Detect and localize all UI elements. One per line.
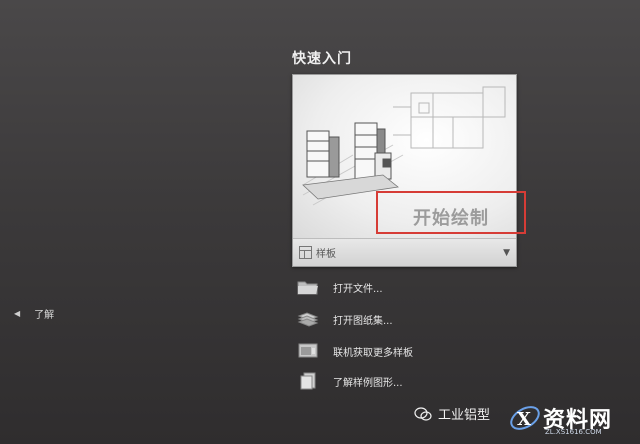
wechat-watermark: 工业铝型	[414, 404, 490, 423]
learn-nav-button[interactable]: ◀ 了解	[14, 306, 54, 321]
brand-watermark: X 资料网 ZL.XS1616.COM	[507, 392, 640, 444]
brand-logo-icon: X	[510, 406, 540, 430]
svg-text:X: X	[517, 409, 531, 430]
sample-drawing-icon	[297, 372, 319, 390]
open-file-action[interactable]: 打开文件...	[297, 278, 383, 296]
arrow-left-icon: ◀	[14, 309, 21, 318]
start-drawing-preview[interactable]: 开始绘制	[293, 75, 516, 238]
folder-icon	[297, 278, 319, 296]
template-selector[interactable]: 样板 ▼	[293, 238, 516, 266]
sample-drawing-label: 了解样例图形...	[333, 377, 403, 389]
start-drawing-card[interactable]: 开始绘制 样板 ▼	[292, 74, 517, 267]
watermark-account: 工业铝型	[438, 408, 491, 423]
online-templates-label: 联机获取更多样板	[333, 347, 413, 359]
learn-label: 了解	[34, 310, 55, 321]
quick-start-title: 快速入门	[292, 51, 352, 67]
brand-url: ZL.XS1616.COM	[545, 428, 602, 436]
wechat-icon	[414, 406, 432, 421]
start-drawing-label: 开始绘制	[413, 208, 489, 229]
open-sheet-set-label: 打开图纸集...	[333, 315, 393, 327]
sample-drawing-action[interactable]: 了解样例图形...	[297, 372, 403, 390]
open-sheet-set-action[interactable]: 打开图纸集...	[297, 310, 393, 328]
template-icon	[299, 246, 312, 259]
chevron-down-icon[interactable]: ▼	[503, 248, 510, 258]
template-label: 样板	[316, 249, 336, 260]
online-templates-action[interactable]: 联机获取更多样板	[297, 342, 413, 360]
sheet-set-icon	[297, 310, 319, 328]
open-file-label: 打开文件...	[333, 283, 383, 295]
online-templates-icon	[297, 342, 319, 360]
